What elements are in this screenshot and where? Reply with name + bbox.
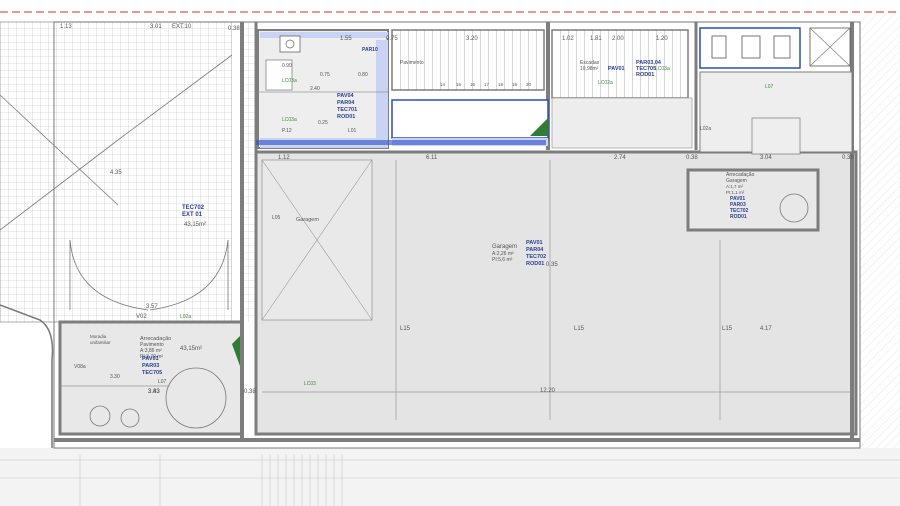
svg-text:Moradia: Moradia [90, 334, 107, 339]
svg-text:L15: L15 [400, 326, 411, 332]
dim-right-5: 0.38 [842, 155, 854, 161]
floor-plan-drawing: 1.13 3.01 EXT.10 0.38 1.55 0.75 3.20 1.0… [0, 0, 900, 506]
svg-text:17: 17 [484, 82, 490, 87]
svg-text:L07: L07 [765, 84, 774, 90]
svg-text:L02a: L02a [180, 314, 191, 320]
svg-text:15: 15 [456, 82, 462, 87]
dim-right-2: 2.74 [614, 155, 626, 161]
pool-code-1: TEC702 [182, 205, 205, 211]
svg-text:12.20: 12.20 [540, 388, 556, 394]
garage-name: Garagem [492, 244, 517, 250]
bath-code-4: ROD01 [337, 114, 355, 120]
svg-text:10,98m²: 10,98m² [580, 66, 599, 72]
bath-code-3: TEC701 [337, 107, 357, 113]
bath-label-2: LC03a [282, 117, 297, 123]
bath-dim-1: 0.90 [282, 63, 292, 69]
bath-dim-4: 2.40 [310, 86, 320, 92]
dim-top-5: 1.55 [340, 36, 352, 42]
dim-top-3: EXT.10 [172, 24, 192, 30]
svg-text:LC03: LC03 [304, 381, 316, 387]
dim-left-5: 1.12 [278, 155, 290, 161]
svg-text:A:1,7 m²: A:1,7 m² [726, 184, 744, 189]
svg-text:ROD01: ROD01 [730, 214, 747, 220]
svg-text:LC02a: LC02a [598, 80, 613, 86]
dim-top-6: 0.75 [386, 36, 398, 42]
bath-dim-5: 0.25 [318, 120, 328, 126]
svg-text:ROD01: ROD01 [636, 72, 654, 78]
dim-top-2: 3.01 [150, 24, 162, 30]
pool-code-2: EXT 01 [182, 212, 203, 218]
exterior-hatch-right [860, 10, 900, 506]
svg-text:PI:5,6 m²: PI:5,6 m² [492, 257, 513, 263]
svg-text:L02a: L02a [700, 126, 711, 132]
bath-dim-3: 0.80 [358, 72, 368, 78]
dim-right-3: 0.35 [546, 262, 558, 268]
svg-text:V08a: V08a [74, 364, 86, 370]
bath-label-5: PAR10 [362, 47, 378, 53]
svg-text:L07: L07 [158, 379, 167, 385]
bath-code-1: PAV04 [337, 93, 355, 99]
dim-top-1: 1.13 [60, 24, 72, 30]
dim-top-10: 2.00 [612, 36, 624, 42]
dim-left-2: 3.57 [146, 304, 158, 310]
svg-text:6.11: 6.11 [426, 155, 438, 161]
svg-text:14: 14 [440, 82, 446, 87]
dim-right-1: 0.38 [686, 155, 698, 161]
bath-dim-2: 0.75 [320, 72, 330, 78]
svg-text:PAV01: PAV01 [608, 66, 625, 72]
dim-top-11: 1.20 [656, 36, 668, 42]
svg-text:L05: L05 [272, 215, 281, 221]
svg-text:3.43: 3.43 [148, 389, 160, 395]
dim-left-1: 4.35 [110, 170, 122, 176]
svg-text:20: 20 [526, 82, 532, 87]
svg-text:PAV01: PAV01 [526, 240, 543, 246]
bath-label-3: P.12 [282, 128, 292, 134]
dim-left-3: V02 [136, 314, 147, 320]
svg-text:PAV01: PAV01 [142, 356, 159, 362]
dim-top-7: 3.20 [466, 36, 478, 42]
garage-left-label: Garagem [296, 217, 319, 223]
svg-text:L15: L15 [574, 326, 585, 332]
svg-text:3.30: 3.30 [110, 374, 120, 380]
svg-text:16: 16 [470, 82, 476, 87]
dim-top-4: 0.38 [228, 26, 240, 32]
svg-text:19: 19 [512, 82, 518, 87]
svg-text:TEC702: TEC702 [526, 254, 546, 260]
svg-text:ROD01: ROD01 [526, 261, 544, 267]
dim-right-4: 3.04 [760, 155, 772, 161]
bath-label-4: L01 [348, 128, 357, 134]
svg-text:43,15m²: 43,15m² [180, 346, 202, 352]
svg-text:LC03a: LC03a [655, 66, 670, 72]
svg-text:18: 18 [498, 82, 504, 87]
bath-label-1: LC03a [282, 78, 297, 84]
svg-text:unifamiliar: unifamiliar [90, 340, 111, 345]
dim-top-8: 1.02 [562, 36, 574, 42]
bath-code-2: PAR04 [337, 100, 355, 106]
dim-top-9: 1.81 [590, 36, 602, 42]
svg-text:PAR04: PAR04 [526, 247, 544, 253]
pool-area: 43,15m² [184, 222, 206, 228]
exterior-bottom [0, 448, 900, 506]
dim-right-6: 4.17 [760, 326, 772, 332]
stair-note: Pavimento [400, 60, 424, 66]
svg-text:PAR03: PAR03 [142, 363, 159, 369]
dim-left-4: 0.38 [244, 389, 256, 395]
svg-text:L15: L15 [722, 326, 733, 332]
svg-text:TEC705: TEC705 [142, 370, 162, 376]
svg-text:PI:1,1 m²: PI:1,1 m² [726, 190, 745, 195]
